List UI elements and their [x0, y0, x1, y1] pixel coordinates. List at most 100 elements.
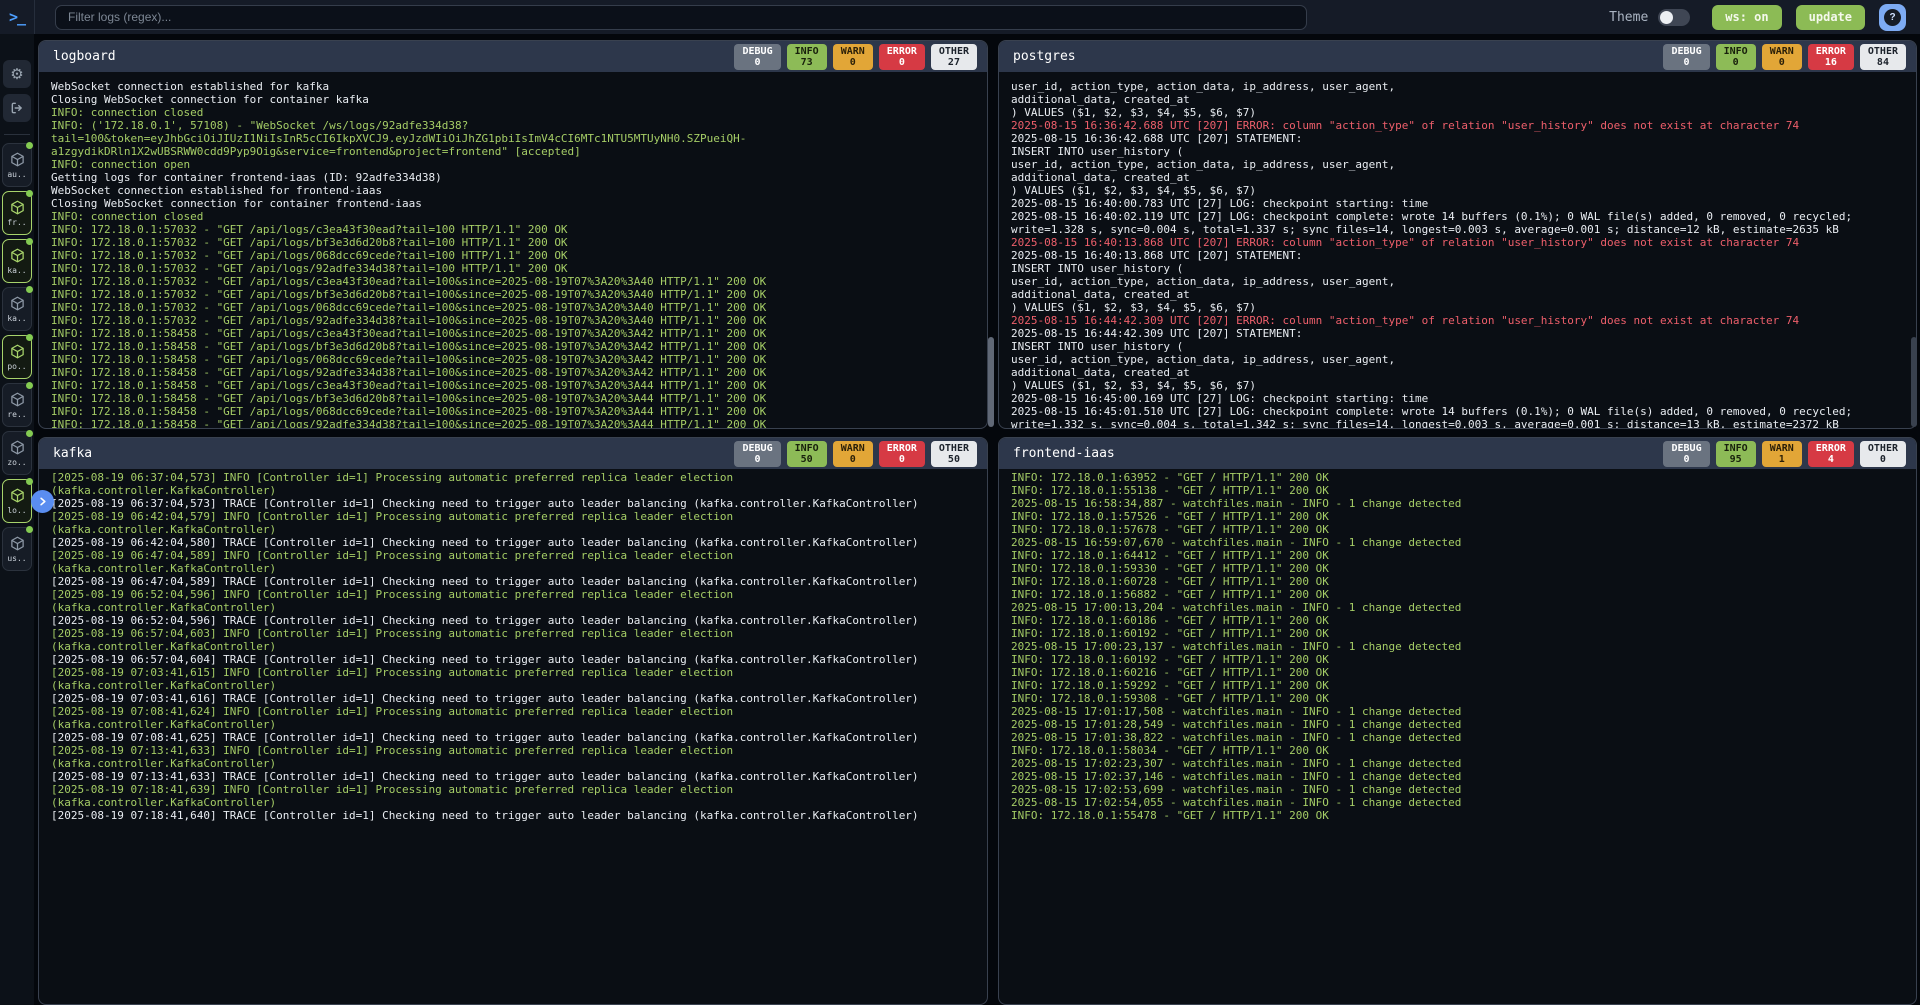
other-count-badge[interactable]: OTHER27: [931, 44, 977, 70]
log-line: 2025-08-15 17:00:23,137 - watchfiles.mai…: [1011, 640, 1916, 653]
badge-label: WARN: [1770, 46, 1794, 57]
log-line: INFO: 172.18.0.1:57032 - "GET /api/logs/…: [51, 275, 987, 288]
error-count-badge[interactable]: ERROR16: [1808, 44, 1854, 70]
badge-count: 95: [1730, 454, 1742, 465]
log-line: 2025-08-15 17:01:28,549 - watchfiles.mai…: [1011, 718, 1916, 731]
log-output[interactable]: WebSocket connection established for kaf…: [39, 72, 987, 428]
log-line: 2025-08-15 16:36:42.688 UTC [207] STATEM…: [1011, 132, 1916, 145]
log-line: Closing WebSocket connection for contain…: [51, 197, 987, 210]
sidebar-item-zo[interactable]: zo..: [2, 431, 32, 475]
badge-count: 0: [1779, 57, 1785, 68]
info-count-badge[interactable]: INFO95: [1716, 441, 1756, 467]
panel-frontend-iaas: frontend-iaas DEBUG0 INFO95 WARN1 ERROR4…: [998, 437, 1917, 1005]
info-count-badge[interactable]: INFO73: [787, 44, 827, 70]
warn-count-badge[interactable]: WARN0: [1762, 44, 1802, 70]
log-line: INFO: 172.18.0.1:58034 - "GET / HTTP/1.1…: [1011, 744, 1916, 757]
log-output[interactable]: [2025-08-19 06:37:04,573] INFO [Controll…: [39, 469, 987, 1004]
error-count-badge[interactable]: ERROR0: [879, 441, 925, 467]
log-line: 2025-08-15 17:01:17,508 - watchfiles.mai…: [1011, 705, 1916, 718]
scrollbar-thumb[interactable]: [1911, 337, 1917, 427]
log-line: user_id, action_type, action_data, ip_ad…: [1011, 353, 1916, 366]
sidebar-item-label: ka..: [7, 314, 26, 323]
settings-button[interactable]: ⚙: [3, 60, 31, 88]
badge-label: WARN: [841, 46, 865, 57]
log-line: additional_data, created_at: [1011, 366, 1916, 379]
container-cube-icon: [10, 248, 25, 263]
log-line: 2025-08-15 16:59:07,670 - watchfiles.mai…: [1011, 536, 1916, 549]
scrollbar-thumb[interactable]: [988, 337, 994, 427]
log-output[interactable]: user_id, action_type, action_data, ip_ad…: [999, 72, 1916, 428]
log-line: user_id, action_type, action_data, ip_ad…: [1011, 158, 1916, 171]
log-line: 2025-08-15 17:02:53,699 - watchfiles.mai…: [1011, 783, 1916, 796]
log-line: INFO: 172.18.0.1:55138 - "GET / HTTP/1.1…: [1011, 484, 1916, 497]
log-line: INFO: connection closed: [51, 106, 987, 119]
sidebar-item-po[interactable]: po..: [2, 335, 32, 379]
sidebar-item-ka[interactable]: ka..: [2, 239, 32, 283]
log-line: INFO: 172.18.0.1:60728 - "GET / HTTP/1.1…: [1011, 575, 1916, 588]
filter-input[interactable]: [55, 5, 1307, 30]
sidebar-item-re[interactable]: re..: [2, 383, 32, 427]
debug-count-badge[interactable]: DEBUG0: [1663, 44, 1709, 70]
panel-title: frontend-iaas: [1013, 446, 1115, 461]
error-count-badge[interactable]: ERROR0: [879, 44, 925, 70]
log-line: ) VALUES ($1, $2, $3, $4, $5, $6, $7): [1011, 301, 1916, 314]
sidebar-item-us[interactable]: us..: [2, 527, 32, 571]
help-button[interactable]: ?: [1879, 4, 1906, 31]
other-count-badge[interactable]: OTHER0: [1860, 441, 1906, 467]
container-cube-icon: [10, 152, 25, 167]
debug-count-badge[interactable]: DEBUG0: [1663, 441, 1709, 467]
log-line: [2025-08-19 07:08:41,625] TRACE [Control…: [51, 731, 987, 744]
info-count-badge[interactable]: INFO50: [787, 441, 827, 467]
debug-count-badge[interactable]: DEBUG0: [734, 441, 780, 467]
badge-count: 50: [801, 454, 813, 465]
log-line: [2025-08-19 06:37:04,573] INFO [Controll…: [51, 471, 987, 484]
badge-count: 0: [1880, 454, 1886, 465]
gear-icon: ⚙: [10, 65, 23, 83]
log-line: WebSocket connection established for kaf…: [51, 80, 987, 93]
badge-label: DEBUG: [742, 443, 772, 454]
warn-count-badge[interactable]: WARN0: [833, 441, 873, 467]
other-count-badge[interactable]: OTHER50: [931, 441, 977, 467]
panel-header: logboard DEBUG0 INFO73 WARN0 ERROR0 OTHE…: [39, 41, 987, 72]
debug-count-badge[interactable]: DEBUG0: [734, 44, 780, 70]
level-badges: DEBUG0 INFO50 WARN0 ERROR0 OTHER50: [734, 441, 977, 467]
sidebar-expand-button[interactable]: [31, 490, 54, 513]
log-line: INFO: ('172.18.0.1', 57108) - "WebSocket…: [51, 119, 987, 132]
log-output[interactable]: INFO: 172.18.0.1:63952 - "GET / HTTP/1.1…: [999, 469, 1916, 1004]
sidebar-item-lo[interactable]: lo..: [2, 479, 32, 523]
sidebar-item-label: ka..: [7, 266, 26, 275]
log-line: INFO: 172.18.0.1:56882 - "GET / HTTP/1.1…: [1011, 588, 1916, 601]
log-line: write=1.332 s, sync=0.004 s, total=1.342…: [1011, 418, 1916, 428]
log-line: (kafka.controller.KafkaController): [51, 484, 987, 497]
badge-count: 50: [948, 454, 960, 465]
other-count-badge[interactable]: OTHER84: [1860, 44, 1906, 70]
ws-toggle-button[interactable]: ws: on: [1712, 5, 1781, 30]
level-badges: DEBUG0 INFO0 WARN0 ERROR16 OTHER84: [1663, 44, 1906, 70]
log-line: (kafka.controller.KafkaController): [51, 796, 987, 809]
sidebar-item-au[interactable]: au..: [2, 143, 32, 187]
theme-toggle[interactable]: [1658, 9, 1690, 26]
log-line: INFO: 172.18.0.1:60192 - "GET / HTTP/1.1…: [1011, 653, 1916, 666]
panel-title: logboard: [53, 49, 116, 64]
log-line: [2025-08-19 06:42:04,579] INFO [Controll…: [51, 510, 987, 523]
log-line: INFO: 172.18.0.1:58458 - "GET /api/logs/…: [51, 353, 987, 366]
status-dot: [26, 238, 33, 245]
status-dot: [26, 382, 33, 389]
badge-count: 0: [850, 57, 856, 68]
log-line: Getting logs for container frontend-iaas…: [51, 171, 987, 184]
topbar-divider: [34, 0, 35, 34]
error-count-badge[interactable]: ERROR4: [1808, 441, 1854, 467]
logout-button[interactable]: [3, 94, 31, 122]
log-line: WebSocket connection established for fro…: [51, 184, 987, 197]
level-badges: DEBUG0 INFO73 WARN0 ERROR0 OTHER27: [734, 44, 977, 70]
log-line: INFO: 172.18.0.1:60192 - "GET / HTTP/1.1…: [1011, 627, 1916, 640]
terminal-icon: >_: [0, 8, 34, 26]
update-button[interactable]: update: [1796, 5, 1865, 30]
log-line: 2025-08-15 16:40:00.783 UTC [27] LOG: ch…: [1011, 197, 1916, 210]
log-line: Closing WebSocket connection for contain…: [51, 93, 987, 106]
info-count-badge[interactable]: INFO0: [1716, 44, 1756, 70]
warn-count-badge[interactable]: WARN0: [833, 44, 873, 70]
sidebar-item-ka2[interactable]: ka..: [2, 287, 32, 331]
warn-count-badge[interactable]: WARN1: [1762, 441, 1802, 467]
sidebar-item-fr[interactable]: fr..: [2, 191, 32, 235]
